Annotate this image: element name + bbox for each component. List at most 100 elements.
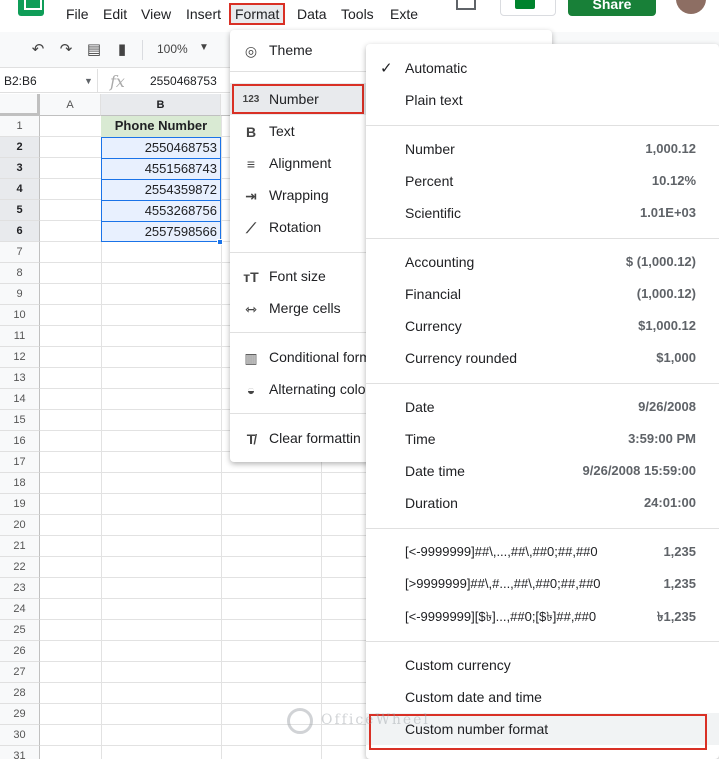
menu-item-accounting[interactable]: Accounting $ (1,000.12)	[366, 246, 719, 278]
row-header[interactable]: 11	[0, 326, 40, 347]
row-header[interactable]: 27	[0, 662, 40, 683]
row-header[interactable]: 3	[0, 158, 40, 179]
row-header[interactable]: 1	[0, 116, 40, 137]
menu-item-currency[interactable]: Currency $1,000.12	[366, 310, 719, 342]
menu-item-financial[interactable]: Financial (1,000.12)	[366, 278, 719, 310]
menu-item-automatic[interactable]: ✓ Automatic	[366, 52, 719, 84]
row-header[interactable]: 12	[0, 347, 40, 368]
checkmark-icon: ✓	[380, 60, 393, 77]
menu-item-custom-format-2[interactable]: [>9999999]##\,#...,##\,##0;##,##0 1,235	[366, 568, 719, 600]
align-icon: ≡	[246, 156, 256, 172]
row-header[interactable]: 31	[0, 746, 40, 759]
watermark: OfficeWheel	[287, 704, 437, 738]
menu-item-currency-rounded[interactable]: Currency rounded $1,000	[366, 342, 719, 374]
gridline	[221, 116, 222, 759]
menu-data[interactable]: Data	[297, 6, 327, 22]
chevron-down-icon[interactable]: ▼	[199, 42, 209, 53]
menu-file[interactable]: File	[66, 6, 89, 22]
menu-item-number-format[interactable]: Number 1,000.12	[366, 133, 719, 165]
menu-divider	[366, 238, 719, 239]
row-header[interactable]: 17	[0, 452, 40, 473]
meet-icon[interactable]	[500, 0, 556, 16]
row-header[interactable]: 8	[0, 263, 40, 284]
watermark-text: OfficeWheel	[321, 712, 430, 728]
share-button[interactable]: Share	[568, 0, 656, 16]
row-header[interactable]: 24	[0, 599, 40, 620]
row-header[interactable]: 18	[0, 473, 40, 494]
menu-item-duration[interactable]: Duration 24:01:00	[366, 487, 719, 519]
row-header[interactable]: 29	[0, 704, 40, 725]
palette-icon: ◎	[244, 43, 258, 59]
formula-input[interactable]: 2550468753	[150, 74, 217, 88]
column-header-b[interactable]: B	[101, 94, 221, 116]
fx-icon: fx	[110, 72, 125, 91]
row-header[interactable]: 22	[0, 557, 40, 578]
redo-icon[interactable]: ↷	[58, 42, 74, 58]
row-header[interactable]: 14	[0, 389, 40, 410]
row-header[interactable]: 16	[0, 431, 40, 452]
row-header[interactable]: 6	[0, 221, 40, 242]
row-header[interactable]: 7	[0, 242, 40, 263]
menu-item-time[interactable]: Time 3:59:00 PM	[366, 423, 719, 455]
bold-icon: B	[245, 124, 257, 140]
menu-divider	[366, 125, 719, 126]
row-header[interactable]: 10	[0, 305, 40, 326]
row-header[interactable]: 20	[0, 515, 40, 536]
menu-format[interactable]: Format	[229, 3, 286, 25]
wrap-icon: ⇥	[245, 188, 257, 204]
sheets-logo-icon[interactable]	[18, 0, 44, 16]
fill-drop-icon: ◒	[246, 382, 256, 398]
menu-item-custom-format-1[interactable]: [<-9999999]##\,...,##\,##0;##,##0 1,235	[366, 536, 719, 568]
number-format-submenu: ✓ Automatic Plain text Number 1,000.12 Per…	[366, 44, 719, 759]
undo-icon[interactable]: ↶	[30, 42, 46, 58]
phone-cell[interactable]: 2557598566	[101, 221, 221, 242]
row-header[interactable]: 30	[0, 725, 40, 746]
print-icon[interactable]: ▤	[86, 42, 102, 58]
row-header[interactable]: 21	[0, 536, 40, 557]
header-cell-phone-number[interactable]: Phone Number	[101, 116, 221, 137]
phone-cell[interactable]: 2554359872	[101, 179, 221, 200]
row-header[interactable]: 28	[0, 683, 40, 704]
number-highlight-box	[232, 84, 364, 114]
row-header[interactable]: 25	[0, 620, 40, 641]
merge-icon: ⇿	[245, 301, 257, 317]
menu-bar: File Edit View Insert Format Data Tools …	[0, 0, 719, 30]
row-header[interactable]: 2	[0, 137, 40, 158]
menu-view[interactable]: View	[141, 6, 171, 22]
toolbar-divider	[142, 40, 143, 60]
clear-format-icon: T̸	[246, 431, 256, 447]
menu-item-date[interactable]: Date 9/26/2008	[366, 391, 719, 423]
row-header[interactable]: 13	[0, 368, 40, 389]
phone-cell[interactable]: 4553268756	[101, 200, 221, 221]
phone-cell[interactable]: 4551568743	[101, 158, 221, 179]
rotation-icon: ⟋	[246, 220, 256, 236]
row-header[interactable]: 26	[0, 641, 40, 662]
menu-divider	[366, 528, 719, 529]
fill-handle[interactable]	[217, 239, 223, 245]
menu-item-custom-format-3[interactable]: [<-9999999][$৳]...,##0;[$৳]##,##0 ৳1,235	[366, 600, 719, 632]
conditional-format-icon: ▥	[244, 350, 258, 366]
zoom-select[interactable]: 100%	[157, 42, 188, 56]
menu-item-plain-text[interactable]: Plain text	[366, 84, 719, 116]
comment-icon[interactable]	[456, 0, 476, 10]
row-header[interactable]: 9	[0, 284, 40, 305]
row-header[interactable]: 5	[0, 200, 40, 221]
row-header[interactable]: 15	[0, 410, 40, 431]
row-header[interactable]: 4	[0, 179, 40, 200]
menu-divider	[366, 641, 719, 642]
menu-item-custom-currency[interactable]: Custom currency	[366, 649, 719, 681]
menu-item-percent[interactable]: Percent 10.12%	[366, 165, 719, 197]
menu-tools[interactable]: Tools	[341, 6, 374, 22]
phone-cell[interactable]: 2550468753	[101, 137, 221, 158]
menu-edit[interactable]: Edit	[103, 6, 127, 22]
select-all-corner[interactable]	[0, 94, 40, 116]
menu-item-date-time[interactable]: Date time 9/26/2008 15:59:00	[366, 455, 719, 487]
menu-item-scientific[interactable]: Scientific 1.01E+03	[366, 197, 719, 229]
row-header[interactable]: 19	[0, 494, 40, 515]
column-header-a[interactable]: A	[40, 94, 101, 116]
chevron-down-icon[interactable]: ▼	[84, 76, 93, 86]
row-header[interactable]: 23	[0, 578, 40, 599]
paint-format-icon[interactable]: ▮	[114, 42, 130, 58]
officewheel-logo-icon	[287, 708, 313, 734]
menu-insert[interactable]: Insert	[186, 6, 221, 22]
